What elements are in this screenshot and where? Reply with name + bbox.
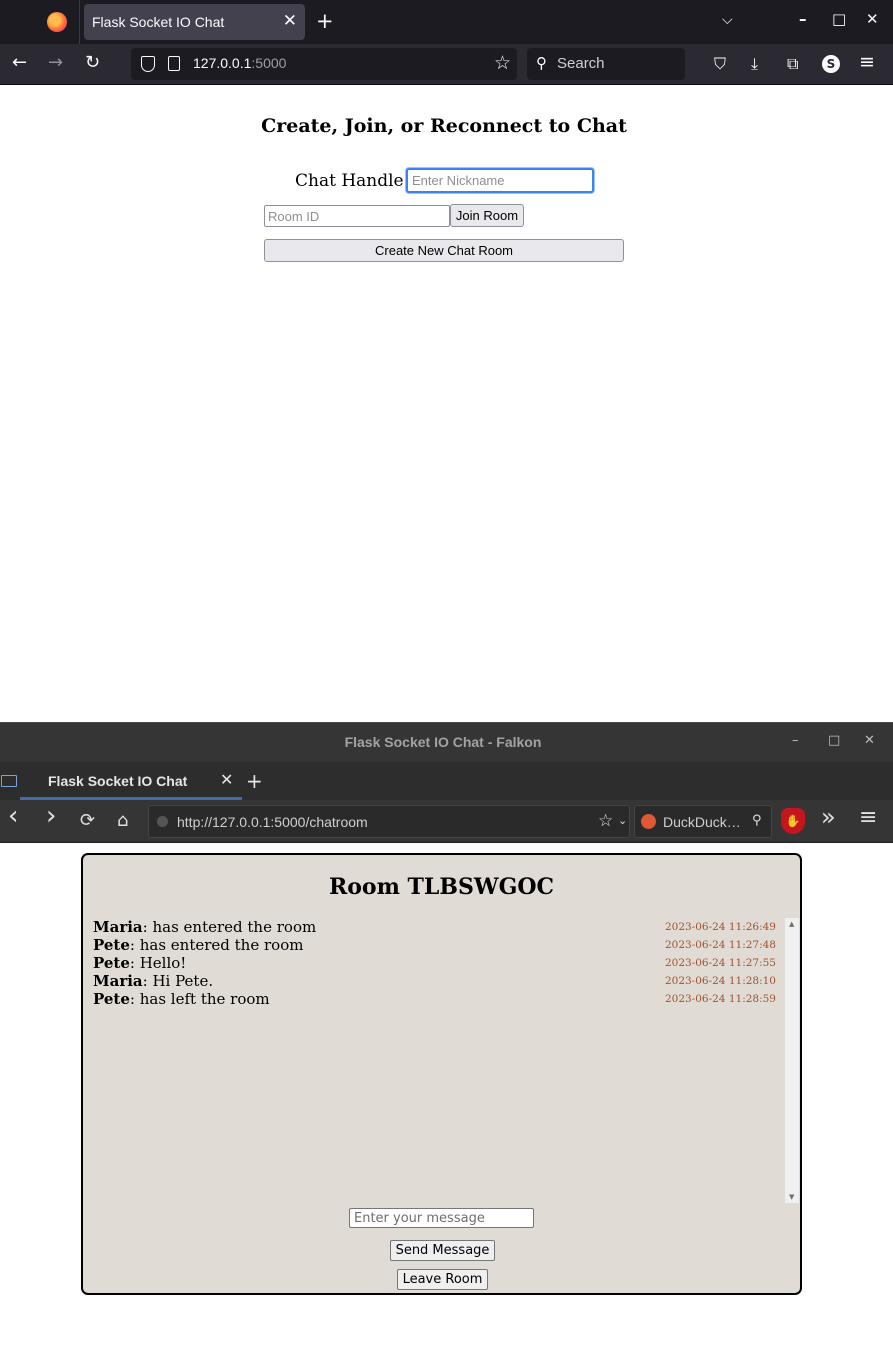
search-icon: ⚲ [536, 54, 547, 72]
close-window-icon[interactable]: ✕ [866, 10, 879, 28]
chat-panel: Room TLBSWGOC Maria: has entered the roo… [81, 853, 802, 1295]
pocket-icon[interactable]: ⛉ [714, 54, 726, 74]
tab-title: Flask Socket IO Chat [92, 14, 225, 30]
message-timestamp: 2023-06-24 11:27:55 [664, 957, 776, 969]
message-user: Pete [93, 954, 130, 972]
falkon-title-bar: Flask Socket IO Chat - Falkon – □ ✕ [0, 722, 893, 762]
forward-icon[interactable]: → [48, 53, 63, 73]
url-bar[interactable]: http://127.0.0.1:5000/chatroom ☆ ⌄ [148, 805, 630, 838]
forward-icon[interactable]: › [46, 803, 56, 829]
create-room-button[interactable]: Create New Chat Room [264, 239, 624, 262]
url-bar[interactable]: 127.0.0.1:5000 ☆ [131, 48, 517, 80]
close-window-icon[interactable]: ✕ [864, 733, 875, 748]
message-timestamp: 2023-06-24 11:27:48 [664, 939, 776, 951]
firefox-logo-icon [47, 12, 67, 32]
url-text[interactable]: http://127.0.0.1:5000/chatroom [177, 814, 368, 830]
message-timestamp: 2023-06-24 11:28:10 [664, 975, 776, 987]
back-icon[interactable]: ‹ [8, 803, 18, 829]
window-title: Flask Socket IO Chat - Falkon [344, 734, 542, 750]
falkon-tab-bar: Flask Socket IO Chat ✕ + [0, 762, 893, 800]
back-icon[interactable]: ← [12, 53, 27, 73]
message-text: Pete: has entered the room [93, 936, 304, 954]
send-message-button[interactable]: Send Message [390, 1240, 495, 1261]
message-row: Pete: Hello! 2023-06-24 11:27:55 [93, 954, 785, 972]
search-bar[interactable]: DuckDuck… ⚲ [634, 805, 772, 838]
message-input[interactable] [349, 1208, 534, 1228]
firefox-tab-bar: Flask Socket IO Chat ✕ + ⌵ – □ ✕ [0, 0, 893, 44]
message-text: Pete: Hello! [93, 954, 187, 972]
message-row: Maria: Hi Pete. 2023-06-24 11:28:10 [93, 972, 785, 990]
message-text: Pete: has left the room [93, 990, 270, 1008]
page-title: Create, Join, or Reconnect to Chat [261, 115, 627, 137]
extensions-icon[interactable]: ⧉ [787, 54, 798, 74]
room-id-input[interactable] [264, 205, 450, 227]
message-user: Maria [93, 918, 143, 936]
tab-flask-chat[interactable]: Flask Socket IO Chat ✕ [84, 4, 305, 40]
chat-handle-label: Chat Handle: [295, 171, 410, 191]
falkon-nav-bar: ‹ › ⟳ ⌂ http://127.0.0.1:5000/chatroom ☆… [0, 800, 893, 843]
site-info-icon[interactable] [157, 816, 168, 827]
tab-list-icon[interactable] [1, 775, 17, 787]
minimize-icon[interactable]: – [799, 10, 807, 28]
message-scrollbar[interactable]: ▲ ▼ [785, 918, 799, 1203]
firefox-nav-bar: ← → ↻ 127.0.0.1:5000 ☆ ⚲ Search ⛉ ⤓ ⧉ S … [0, 44, 893, 85]
message-text: Maria: has entered the room [93, 918, 317, 936]
reload-icon[interactable]: ↻ [85, 53, 100, 73]
close-tab-icon[interactable]: ✕ [220, 770, 233, 789]
new-tab-icon[interactable]: + [316, 9, 334, 33]
account-icon[interactable]: S [822, 55, 840, 73]
message-row: Maria: has entered the room 2023-06-24 1… [93, 918, 785, 936]
nickname-input[interactable] [406, 168, 594, 193]
overflow-icon[interactable]: » [821, 805, 836, 829]
falkon-window: Flask Socket IO Chat - Falkon – □ ✕ Flas… [0, 722, 893, 1369]
page-info-icon[interactable] [168, 56, 180, 71]
downloads-icon[interactable]: ⤓ [751, 54, 758, 74]
search-bar[interactable]: ⚲ Search [527, 48, 685, 80]
message-user: Pete [93, 936, 130, 954]
new-tab-icon[interactable]: + [246, 769, 263, 793]
ublock-icon[interactable]: ✋ [781, 808, 805, 834]
url-text[interactable]: 127.0.0.1:5000 [193, 55, 286, 71]
close-tab-icon[interactable]: ✕ [283, 11, 297, 31]
message-timestamp: 2023-06-24 11:26:49 [664, 921, 776, 933]
list-all-tabs-icon[interactable]: ⌵ [722, 12, 733, 28]
message-timestamp: 2023-06-24 11:28:59 [664, 993, 776, 1005]
tab-flask-chat[interactable]: Flask Socket IO Chat ✕ [20, 762, 242, 800]
message-list[interactable]: Maria: has entered the room 2023-06-24 1… [93, 918, 785, 1203]
search-icon[interactable]: ⚲ [752, 813, 762, 828]
message-row: Pete: has left the room 2023-06-24 11:28… [93, 990, 785, 1008]
tab-title: Flask Socket IO Chat [48, 773, 188, 789]
menu-icon[interactable]: ≡ [859, 52, 875, 72]
menu-icon[interactable]: ≡ [859, 807, 877, 829]
scroll-down-icon[interactable]: ▼ [789, 1193, 794, 1201]
bookmark-star-icon[interactable]: ☆ [494, 52, 511, 74]
join-room-button[interactable]: Join Room [450, 204, 524, 227]
search-placeholder: Search [557, 55, 605, 72]
room-title: Room TLBSWGOC [328, 874, 555, 900]
minimize-icon[interactable]: – [792, 733, 799, 748]
search-engine-label: DuckDuck… [663, 814, 741, 830]
reload-icon[interactable]: ⟳ [80, 810, 95, 832]
maximize-icon[interactable]: □ [828, 733, 840, 748]
shield-icon[interactable] [141, 56, 155, 72]
tab-separator [79, 0, 80, 44]
scroll-up-icon[interactable]: ▲ [789, 920, 794, 928]
message-user: Maria [93, 972, 143, 990]
firefox-page-content: Create, Join, or Reconnect to Chat Chat … [0, 85, 893, 722]
bookmark-star-icon[interactable]: ☆ [598, 811, 613, 831]
chevron-down-icon[interactable]: ⌄ [618, 814, 627, 827]
duckduckgo-icon[interactable] [641, 814, 656, 829]
firefox-window: Flask Socket IO Chat ✕ + ⌵ – □ ✕ ← → ↻ 1… [0, 0, 893, 722]
message-row: Pete: has entered the room 2023-06-24 11… [93, 936, 785, 954]
maximize-icon[interactable]: □ [832, 10, 846, 28]
falkon-page-content: Room TLBSWGOC Maria: has entered the roo… [0, 844, 893, 1369]
message-text: Maria: Hi Pete. [93, 972, 214, 990]
leave-room-button[interactable]: Leave Room [397, 1269, 488, 1290]
message-user: Pete [93, 990, 130, 1008]
home-icon[interactable]: ⌂ [117, 810, 128, 832]
